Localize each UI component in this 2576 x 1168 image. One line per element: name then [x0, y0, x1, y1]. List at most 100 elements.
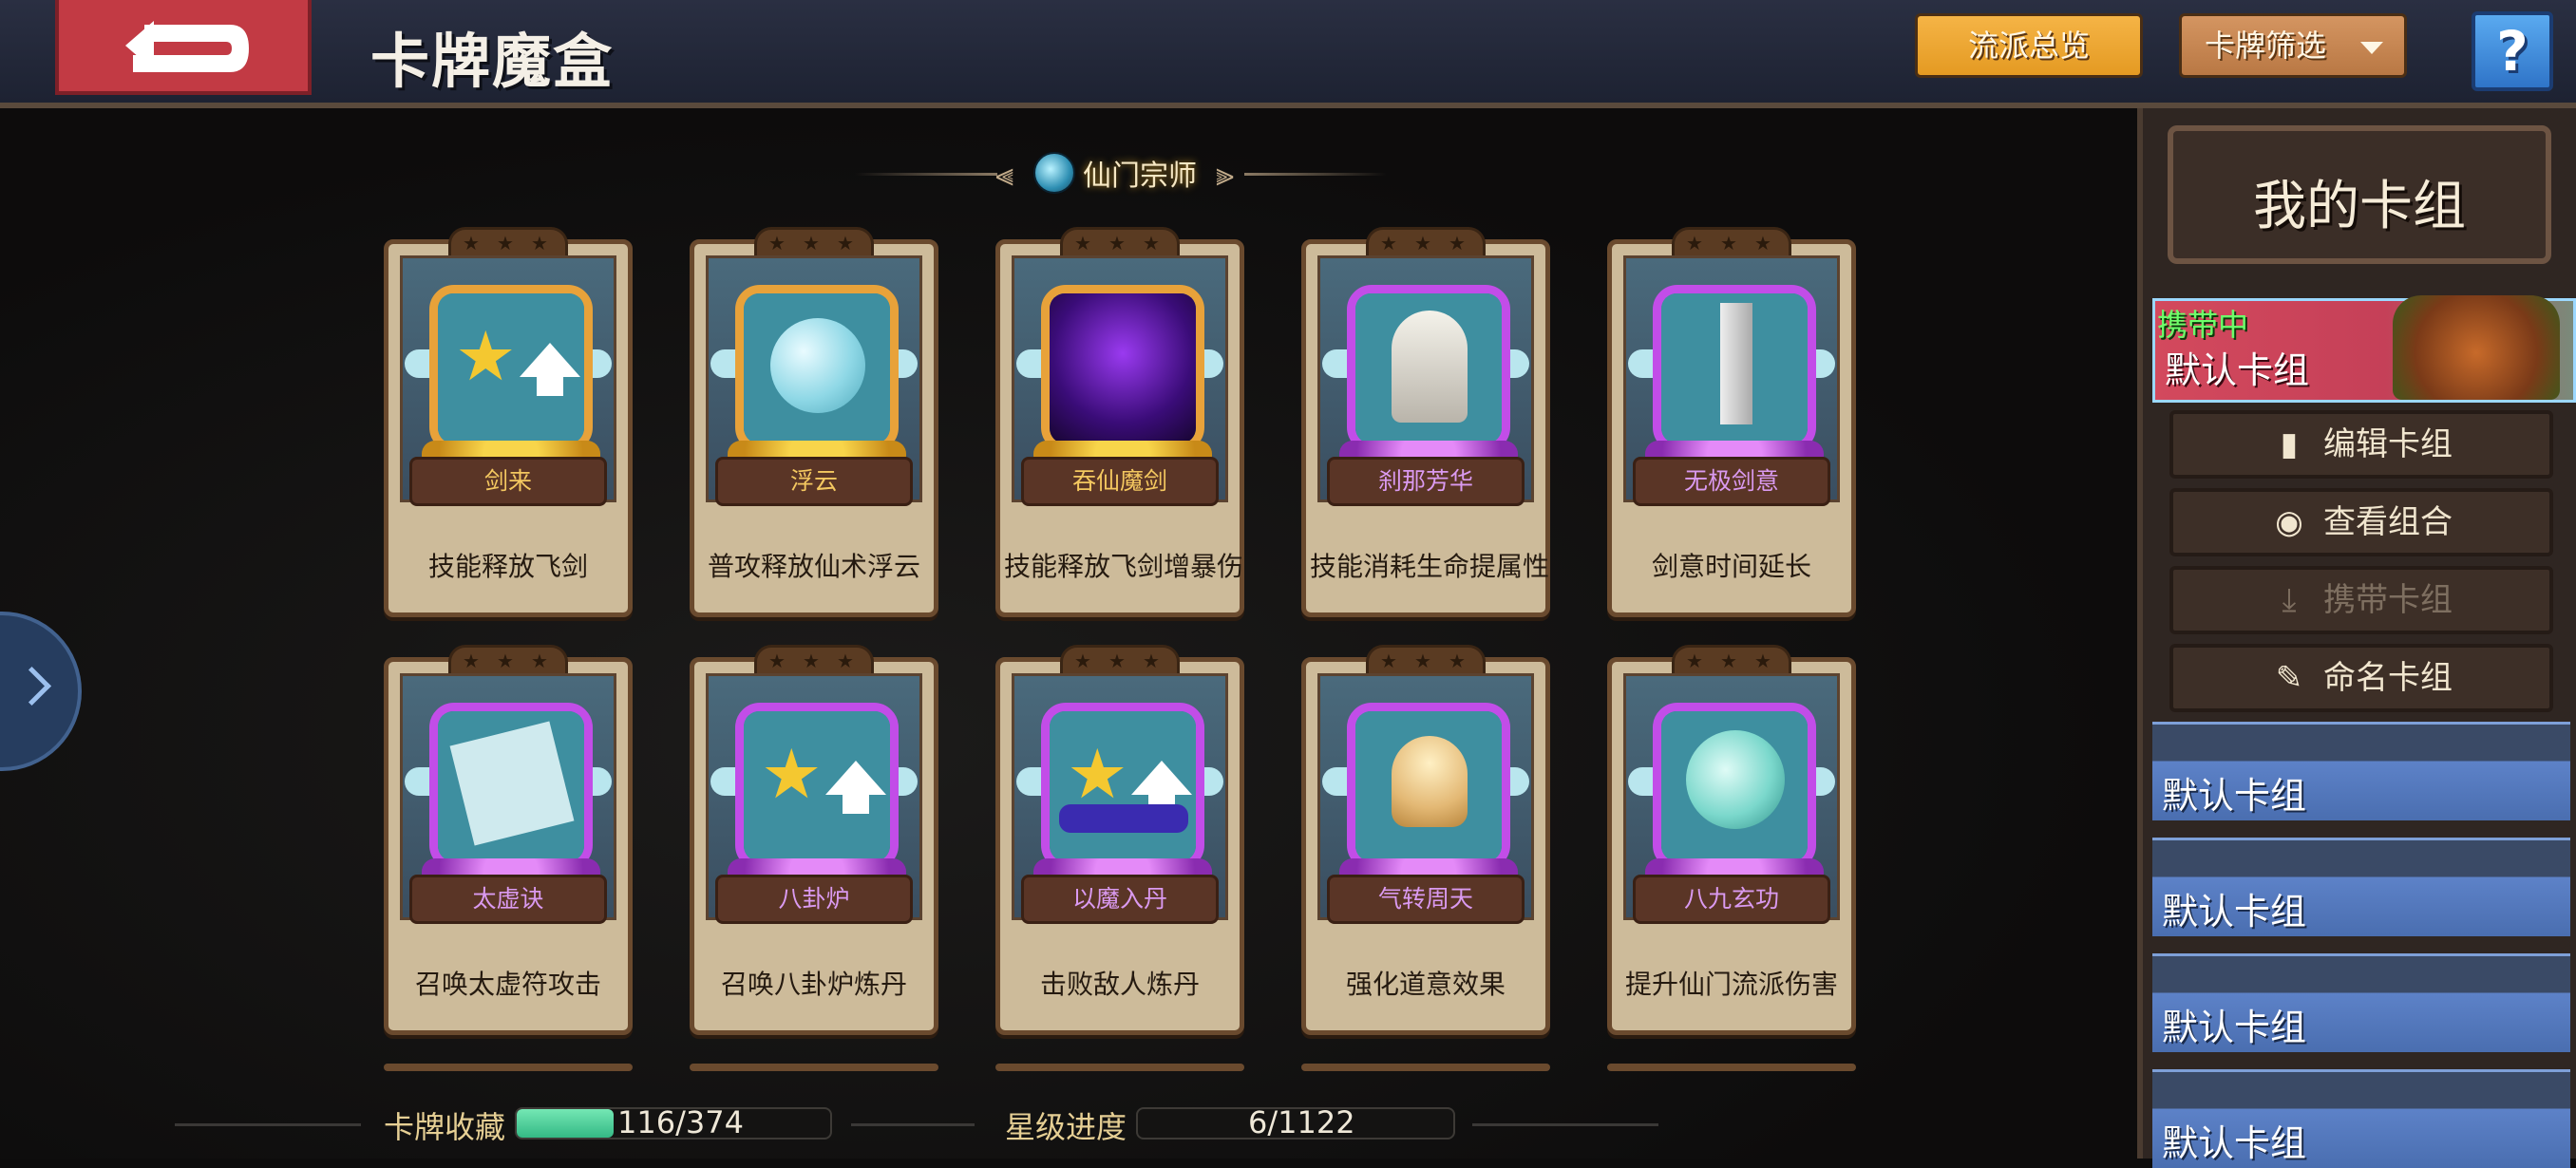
card-art-frame: ★ [1041, 703, 1204, 870]
card-tile[interactable]: ★ ★ ★ 浮云普攻释放仙术浮云 [690, 227, 938, 617]
card-description: 召唤太虚符攻击 [414, 969, 601, 1000]
next-row-card [995, 1064, 1244, 1071]
star-icon: ★ [497, 650, 514, 672]
card-name: 吞仙魔剑 [1021, 457, 1219, 506]
card-description: 技能消耗生命提属性 [1310, 551, 1550, 582]
star-icon: ★ [1720, 650, 1737, 672]
chevron-down-icon [2360, 42, 2383, 54]
deck-name: 默认卡组 [2162, 1007, 2307, 1048]
card-tile[interactable]: ★ ★ ★ ★ 剑来 技能释放飞剑 [384, 227, 633, 617]
card-art-frame [1347, 703, 1510, 870]
cards-icon: ▮ [2280, 425, 2299, 463]
card-art-frame [1653, 285, 1816, 452]
card-art-frame: ★ [429, 285, 593, 452]
card-description: 剑意时间延长 [1651, 551, 1811, 582]
next-row-card [1301, 1064, 1550, 1071]
card-tile[interactable]: ★ ★ ★ 吞仙魔剑 技能释放飞剑增暴伤 [995, 227, 1244, 617]
pencil-icon: ✎ [2275, 659, 2303, 697]
action-label: 携带卡组 [2323, 581, 2453, 619]
collection-label: 卡牌收藏 [384, 1109, 506, 1145]
back-button[interactable] [55, 0, 312, 95]
deck-slot[interactable]: 默认卡组 [2152, 1069, 2570, 1168]
demon-sword-icon [1050, 293, 1196, 443]
card-art [1355, 711, 1502, 861]
card-art [1050, 293, 1196, 443]
star-icon: ★ [1414, 650, 1431, 672]
action-label: 查看组合 [2323, 503, 2453, 541]
star-icon: ★ [1414, 232, 1431, 254]
card-description: 技能释放飞剑增暴伤 [1004, 551, 1244, 582]
deck-slot[interactable]: 默认卡组 [2152, 953, 2570, 1052]
eye-deck-action-button[interactable]: ◉ 查看组合 [2169, 488, 2553, 556]
card-name: 刹那芳华 [1327, 457, 1525, 506]
deck-slot[interactable]: 默认卡组 [2152, 838, 2570, 936]
up-arrow-stem [843, 793, 869, 814]
card-description: 普攻释放仙术浮云 [707, 551, 920, 582]
card-art-frame [1041, 285, 1204, 452]
next-row-card [384, 1064, 633, 1071]
star-icon: ★ [1449, 650, 1466, 672]
card-name: 无极剑意 [1633, 457, 1830, 506]
star-icon: ★ [1074, 650, 1091, 672]
card-name: 太虚诀 [409, 875, 607, 924]
card-tile[interactable]: ★ ★ ★ 气转周天 强化道意效果 [1301, 645, 1550, 1035]
up-arrow-icon [1131, 761, 1192, 795]
star-icon: ★ [1143, 650, 1160, 672]
card-art [744, 293, 890, 443]
star-icon: ★ [455, 316, 517, 396]
chevron-right-icon [11, 666, 52, 706]
school-overview-button[interactable]: 流派总览 [1915, 13, 2143, 78]
download-deck-action-button[interactable]: ⤓ 携带卡组 [2169, 566, 2553, 634]
star-icon: ★ [497, 232, 514, 254]
header-divider-left [855, 173, 997, 176]
header-divider-right [1244, 173, 1387, 176]
card-tile[interactable]: ★ ★ ★ 八九玄功 提升仙门流派伤害 [1607, 645, 1856, 1035]
expand-sidebar-tab[interactable] [0, 612, 82, 771]
star-icon: ★ [1449, 232, 1466, 254]
card-description: 提升仙门流派伤害 [1624, 969, 1838, 1000]
cards-deck-action-button[interactable]: ▮ 编辑卡组 [2169, 410, 2553, 479]
status-divider [175, 1123, 361, 1126]
card-name: 浮云 [715, 457, 913, 506]
up-arrow-stem [537, 375, 563, 396]
card-art: ★ [744, 711, 890, 861]
section-title: 仙门宗师 [1083, 160, 1197, 193]
star-icon: ★ [837, 650, 854, 672]
action-label: 命名卡组 [2323, 659, 2453, 697]
card-art-frame [1347, 285, 1510, 452]
carrying-badge: 携带中 [2157, 307, 2249, 343]
active-deck-slot[interactable]: 携带中 默认卡组 [2152, 295, 2576, 403]
card-art-frame [735, 285, 899, 452]
card-tile[interactable]: ★ ★ ★ 无极剑意 剑意时间延长 [1607, 227, 1856, 617]
next-row-card [1607, 1064, 1856, 1071]
star-progress-label: 星级进度 [1005, 1109, 1127, 1145]
star-icon: ★ [1754, 232, 1771, 254]
deck-name: 默认卡组 [2162, 891, 2307, 933]
jade-orb-icon [1686, 730, 1785, 829]
card-art-frame [429, 703, 593, 870]
card-tile[interactable]: ★ ★ ★ 刹那芳华 技能消耗生命提属性 [1301, 227, 1550, 617]
next-row-card [690, 1064, 938, 1071]
star-icon: ★ [803, 232, 820, 254]
card-filter-dropdown[interactable]: 卡牌筛选 [2179, 13, 2407, 78]
card-description: 技能释放飞剑 [427, 551, 588, 582]
star-icon: ★ [531, 232, 548, 254]
star-icon: ★ [1074, 232, 1091, 254]
card-art-frame [1653, 703, 1816, 870]
meditating-monk-icon [1392, 736, 1468, 827]
pencil-deck-action-button[interactable]: ✎ 命名卡组 [2169, 644, 2553, 712]
star-icon: ★ [463, 232, 480, 254]
bracket-left-icon: ⫷ [995, 156, 1014, 194]
star-icon: ★ [837, 232, 854, 254]
section-header: ⫷ 仙门宗师 ⫸ [855, 142, 1387, 203]
star-icon: ★ [803, 650, 820, 672]
page-title: 卡牌魔盒 [370, 27, 615, 96]
star-icon: ★ [768, 232, 786, 254]
card-tile[interactable]: ★ ★ ★ ★ 八卦炉 召唤八卦炉炼丹 [690, 645, 938, 1035]
card-name: 以魔入丹 [1021, 875, 1219, 924]
deck-avatar [2393, 295, 2560, 400]
deck-slot[interactable]: 默认卡组 [2152, 722, 2570, 820]
help-button[interactable]: ? [2472, 11, 2553, 91]
card-tile[interactable]: ★ ★ ★ ★ 以魔入丹 击败敌人炼丹 [995, 645, 1244, 1035]
card-tile[interactable]: ★ ★ ★ 太虚诀 召唤太虚符攻击 [384, 645, 633, 1035]
